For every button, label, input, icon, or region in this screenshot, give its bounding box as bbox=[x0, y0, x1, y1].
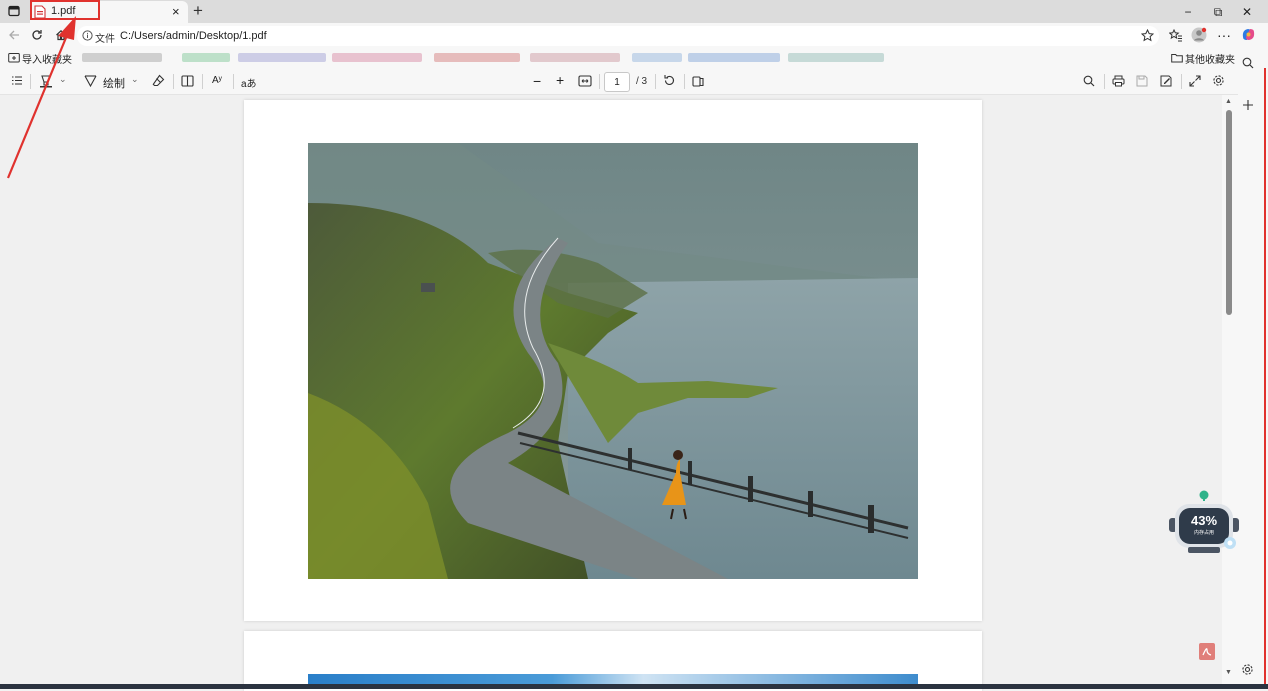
fullscreen-icon[interactable] bbox=[1189, 75, 1201, 87]
blurred-favorite[interactable] bbox=[632, 53, 682, 62]
toolbar-divider bbox=[599, 74, 600, 89]
sidebar-red-edge bbox=[1264, 68, 1266, 689]
restore-button[interactable]: ⧉ bbox=[1210, 4, 1226, 20]
draw-icon[interactable] bbox=[84, 74, 97, 87]
scroll-up-arrow-icon[interactable]: ▲ bbox=[1225, 98, 1232, 105]
import-favorites-link[interactable]: 导入收藏夹 bbox=[22, 51, 72, 66]
blurred-favorite[interactable] bbox=[332, 53, 422, 62]
new-tab-button[interactable]: + bbox=[193, 1, 203, 21]
toolbar-divider bbox=[202, 74, 203, 89]
fit-width-icon[interactable] bbox=[578, 75, 592, 87]
close-window-button[interactable]: ✕ bbox=[1239, 4, 1255, 20]
search-icon[interactable] bbox=[1083, 75, 1095, 87]
two-page-view-icon[interactable] bbox=[692, 75, 705, 87]
blurred-favorite[interactable] bbox=[688, 53, 780, 62]
pdf-settings-gear-icon[interactable] bbox=[1212, 74, 1225, 87]
memory-percent: 43% bbox=[1190, 513, 1218, 528]
tab-strip bbox=[0, 0, 1268, 23]
sidebar-add-icon[interactable] bbox=[1242, 99, 1254, 111]
page-view-icon[interactable] bbox=[181, 75, 194, 87]
eraser-icon[interactable] bbox=[152, 74, 165, 87]
toolbar-divider bbox=[173, 74, 174, 89]
sidebar-search-icon[interactable] bbox=[1242, 57, 1254, 69]
toolbar-divider bbox=[1181, 74, 1182, 89]
tab-close-button[interactable]: × bbox=[172, 4, 180, 19]
zoom-out-button[interactable]: − bbox=[533, 73, 541, 89]
copilot-icon[interactable] bbox=[1241, 27, 1256, 42]
favorite-star-icon[interactable] bbox=[1141, 29, 1154, 42]
toolbar-divider bbox=[30, 74, 31, 89]
refresh-icon[interactable] bbox=[31, 29, 43, 41]
page-number-input[interactable]: 1 bbox=[604, 72, 630, 92]
import-folder-icon bbox=[8, 52, 20, 63]
address-url[interactable]: C:/Users/admin/Desktop/1.pdf bbox=[120, 30, 267, 42]
toolbar-divider bbox=[1104, 74, 1105, 89]
toolbar-divider bbox=[655, 74, 656, 89]
minimize-button[interactable]: − bbox=[1180, 4, 1196, 20]
tab-highlight-box bbox=[30, 0, 100, 20]
coastal-road-photo bbox=[308, 143, 918, 579]
read-aloud-button[interactable]: Aʸ bbox=[212, 75, 222, 86]
toolbar-divider bbox=[684, 74, 685, 89]
blurred-favorite[interactable] bbox=[434, 53, 520, 62]
page-total: / 3 bbox=[636, 76, 648, 87]
highlight-icon[interactable] bbox=[39, 74, 53, 88]
scrollbar-thumb[interactable] bbox=[1226, 110, 1232, 315]
other-folder-icon bbox=[1171, 52, 1183, 63]
blurred-favorite[interactable] bbox=[530, 53, 620, 62]
highlight-chevron-down-icon[interactable]: ⌄ bbox=[59, 74, 67, 85]
blurred-favorite[interactable] bbox=[82, 53, 162, 62]
translate-button[interactable]: aあ bbox=[241, 75, 257, 90]
toolbar-divider bbox=[233, 74, 234, 89]
info-icon[interactable] bbox=[82, 30, 93, 41]
more-menu-icon[interactable]: ··· bbox=[1217, 27, 1231, 43]
zoom-in-button[interactable]: + bbox=[556, 72, 564, 88]
save-icon[interactable] bbox=[1136, 75, 1148, 87]
address-label: 文件 bbox=[95, 34, 115, 45]
back-icon[interactable] bbox=[8, 29, 20, 41]
tab-actions-icon[interactable] bbox=[8, 5, 20, 17]
other-favorites-link[interactable]: 其他收藏夹 bbox=[1185, 51, 1235, 66]
taskbar-edge bbox=[0, 684, 1268, 689]
draw-chevron-down-icon[interactable]: ⌄ bbox=[131, 74, 139, 85]
contents-list-icon[interactable] bbox=[11, 75, 23, 86]
print-icon[interactable] bbox=[1112, 75, 1125, 87]
acrobat-icon[interactable] bbox=[1199, 643, 1215, 660]
blurred-favorite[interactable] bbox=[182, 53, 230, 62]
home-icon[interactable] bbox=[55, 29, 67, 41]
sidebar-settings-gear-icon[interactable] bbox=[1241, 663, 1254, 676]
scroll-down-arrow-icon[interactable]: ▼ bbox=[1225, 669, 1232, 676]
draw-label[interactable]: 绘制 bbox=[103, 75, 125, 91]
profile-avatar-icon[interactable] bbox=[1191, 27, 1207, 43]
favorites-icon[interactable] bbox=[1169, 29, 1183, 42]
blurred-favorite[interactable] bbox=[238, 53, 326, 62]
save-as-icon[interactable] bbox=[1160, 75, 1172, 87]
memory-caption: 内存占用 bbox=[1193, 530, 1214, 536]
rotate-icon[interactable] bbox=[663, 74, 676, 87]
blurred-favorite[interactable] bbox=[788, 53, 884, 62]
